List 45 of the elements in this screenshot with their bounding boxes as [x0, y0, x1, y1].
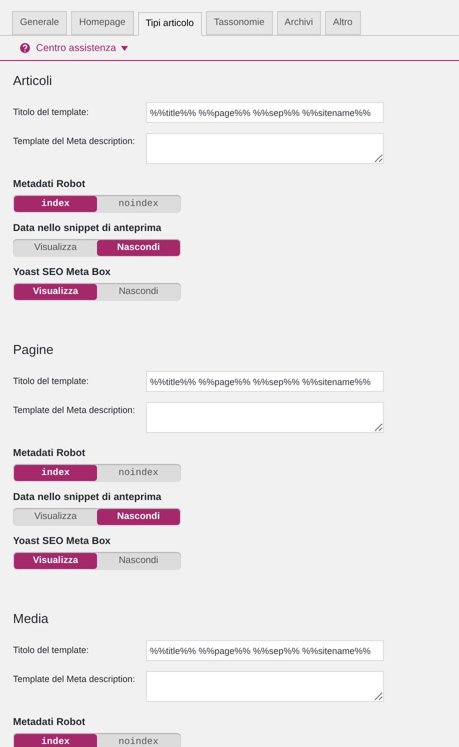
toggle-option[interactable]: Nascondi — [97, 509, 180, 525]
toggle-option[interactable]: index — [14, 734, 97, 747]
tab[interactable]: Generale — [12, 11, 68, 35]
toggle-option[interactable]: noindex — [97, 465, 180, 481]
toggle-option[interactable]: noindex — [97, 734, 180, 747]
toggle-option[interactable]: Nascondi — [97, 553, 180, 569]
caret-icon — [121, 46, 128, 50]
field-label: Template del Meta description: — [13, 135, 136, 148]
template-field[interactable]: %%title%% %%page%% %%sep%% %%sitename%% — [146, 640, 384, 661]
toggle-option[interactable]: Visualizza — [14, 240, 97, 256]
toggle-label: Yoast SEO Meta Box — [13, 535, 112, 549]
toggle-option[interactable]: Nascondi — [97, 284, 180, 300]
field-label: Titolo del template: — [13, 644, 90, 657]
toggle-label: Yoast SEO Meta Box — [13, 266, 112, 280]
help-icon — [20, 43, 30, 53]
toggle-label: Metadati Robot — [13, 447, 86, 461]
toggle-label: Metadati Robot — [13, 716, 86, 730]
field-label: Titolo del template: — [13, 374, 90, 388]
toggle-option[interactable]: Visualizza — [14, 509, 97, 525]
toggle-option[interactable]: Nascondi — [97, 240, 180, 256]
toggle-label: Data nello snippet di anteprima — [13, 222, 162, 236]
field-label: Template del Meta description: — [13, 673, 136, 686]
tab[interactable]: Altro — [325, 11, 361, 35]
meta-description-field[interactable] — [146, 133, 384, 164]
field-label: Titolo del template: — [13, 106, 90, 119]
toggle-option[interactable]: noindex — [97, 196, 180, 212]
section-heading: Media — [13, 611, 50, 627]
template-field[interactable]: %%title%% %%page%% %%sep%% %%sitename%% — [146, 102, 384, 123]
toggle-option[interactable]: Visualizza — [14, 553, 97, 569]
tab[interactable]: Archivi — [276, 11, 322, 35]
toggle-option[interactable]: Visualizza — [14, 284, 97, 300]
tab[interactable]: Tassonomie — [206, 11, 273, 35]
section-heading: Pagine — [13, 342, 54, 358]
toggle-option[interactable]: index — [14, 196, 97, 212]
meta-description-field[interactable] — [146, 402, 384, 433]
toggle-label: Data nello snippet di anteprima — [13, 491, 162, 505]
tab[interactable]: Tipi articolo — [138, 12, 202, 36]
field-label: Template del Meta description: — [13, 404, 136, 417]
toggle-label: Metadati Robot — [13, 178, 86, 192]
tab[interactable]: Homepage — [71, 11, 134, 35]
toggle-option[interactable]: index — [14, 465, 97, 481]
section-heading: Articoli — [13, 73, 54, 89]
help-center-link[interactable]: Centro assistenza — [36, 40, 128, 56]
meta-description-field[interactable] — [146, 671, 384, 702]
template-field[interactable]: %%title%% %%page%% %%sep%% %%sitename%% — [146, 371, 384, 392]
